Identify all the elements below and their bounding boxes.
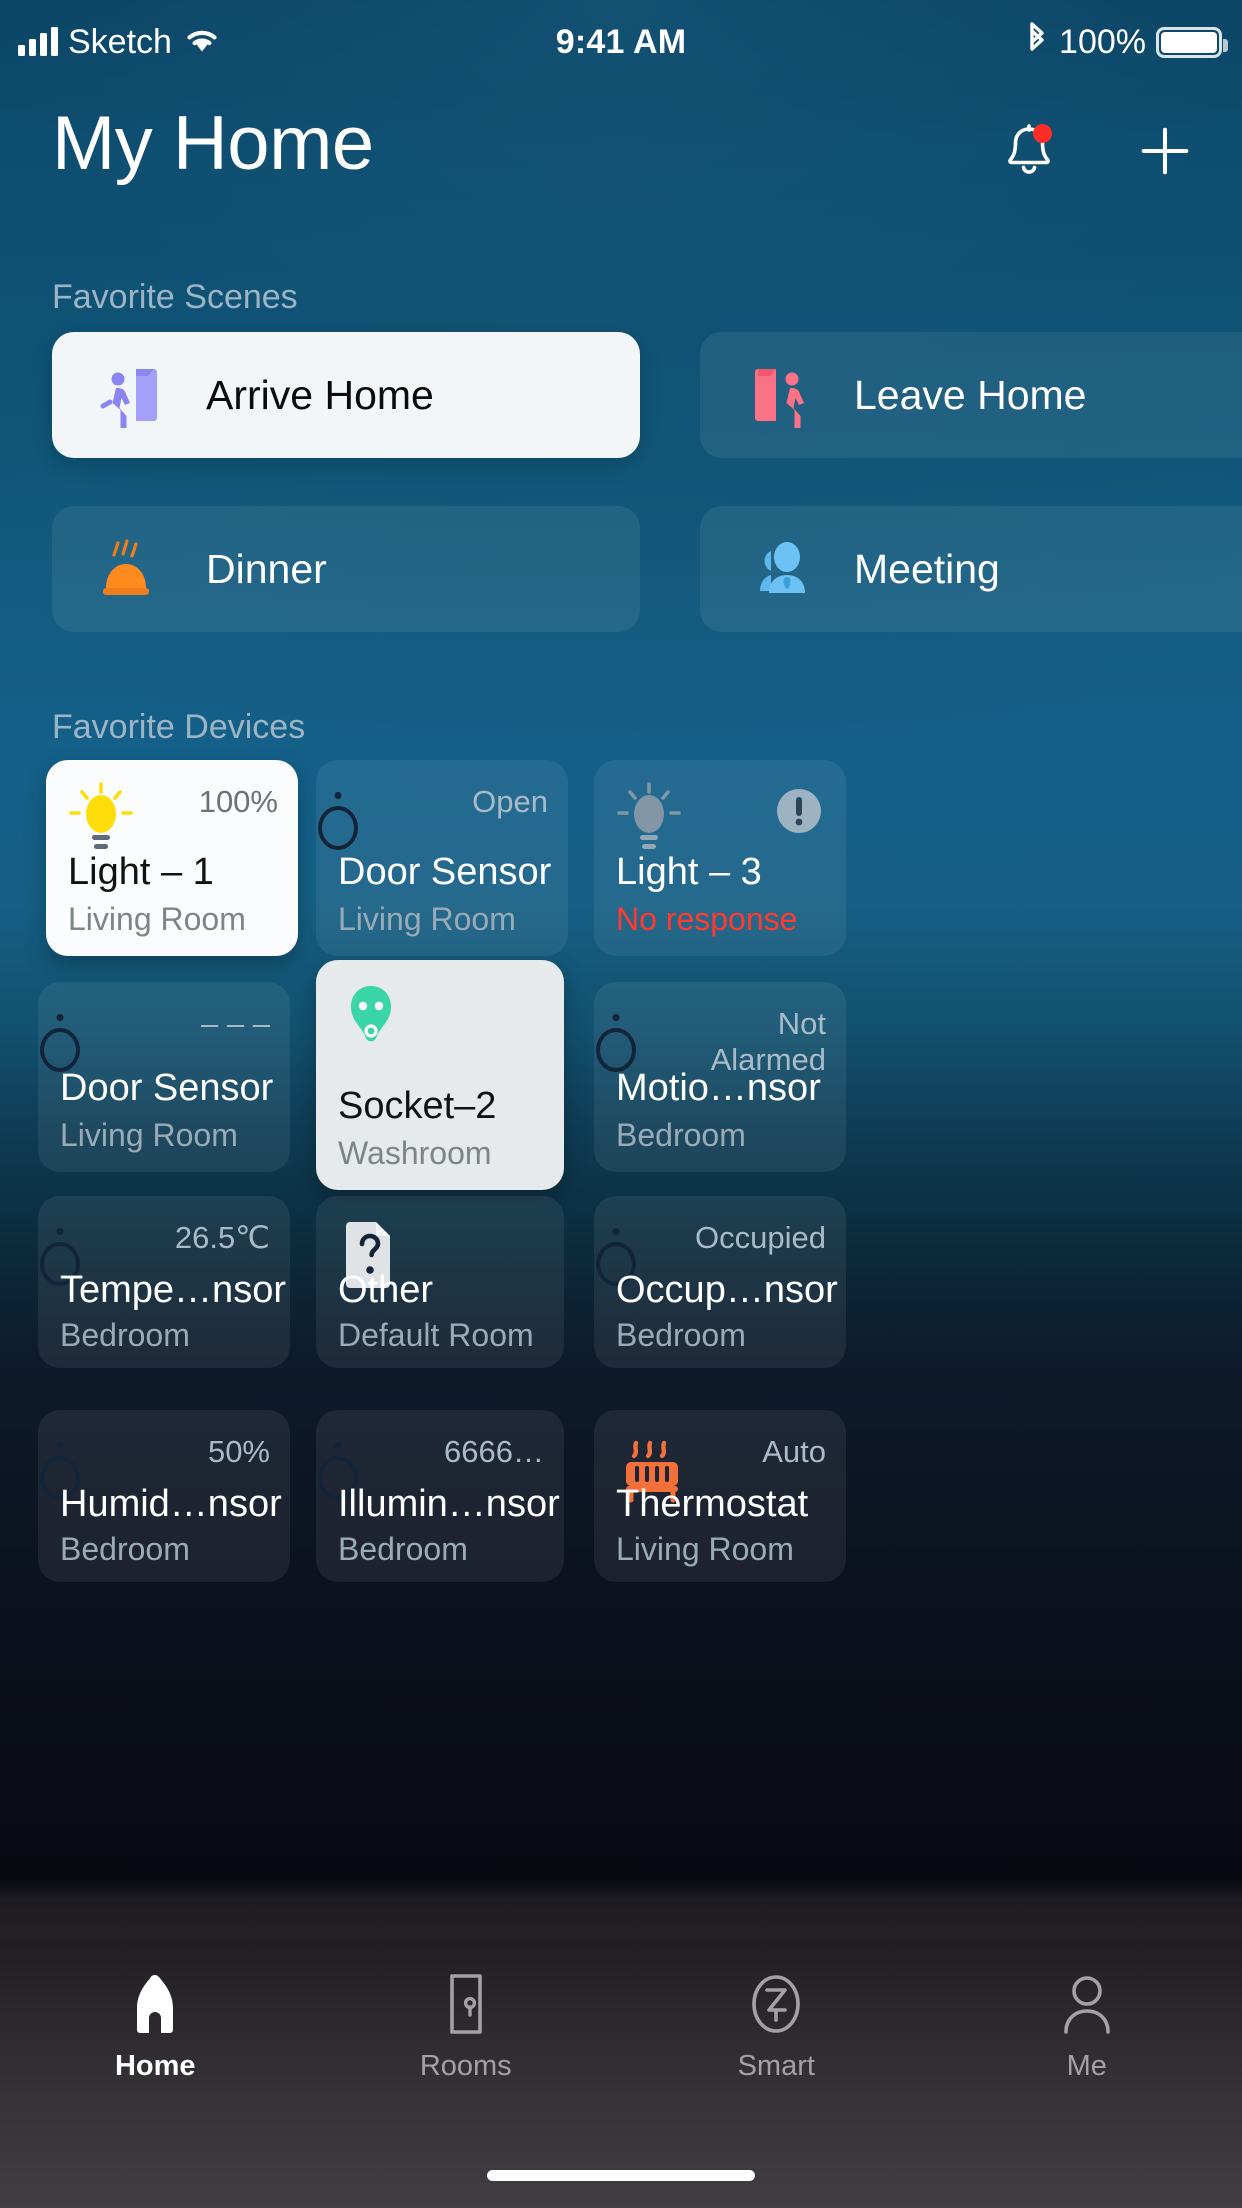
scene-label: Meeting (854, 545, 1000, 592)
scene-card-arrive-home[interactable]: Arrive Home (52, 332, 640, 458)
notification-button[interactable] (1000, 122, 1058, 180)
tab-label: Home (114, 2050, 196, 2082)
scene-label: Leave Home (854, 371, 1087, 418)
device-name: Illumin…nsor (338, 1483, 560, 1525)
page-header: My Home (0, 101, 1242, 200)
lightbulb-off-icon (616, 782, 682, 849)
device-card-top: Open (338, 782, 548, 854)
page-title: My Home (52, 101, 374, 186)
device-card-temperature-sensor[interactable]: 26.5℃ Tempe…nsor Bedroom (38, 1196, 290, 1368)
device-name: Other (338, 1269, 434, 1311)
status-bar-right: 100% (1025, 21, 1228, 64)
device-name: Tempe…nsor (60, 1269, 286, 1311)
device-card-humidity-sensor[interactable]: 50% Humid…nsor Bedroom (38, 1410, 290, 1582)
sensor-icon (616, 1004, 682, 1070)
scene-label: Arrive Home (206, 371, 434, 418)
scene-card-leave-home[interactable]: Leave Home (700, 332, 1242, 458)
warning-icon (774, 786, 824, 841)
device-state: – – – (201, 1006, 270, 1041)
device-room: Living Room (616, 1531, 794, 1567)
person-icon (1058, 1966, 1116, 2036)
device-card-socket-2[interactable]: Socket–2 Washroom (316, 960, 564, 1190)
device-card-top: – – – (60, 1004, 270, 1076)
device-room: Bedroom (338, 1531, 468, 1567)
battery-icon (1156, 26, 1228, 58)
device-name: Motio…nsor (616, 1067, 821, 1109)
device-state: Open (472, 784, 548, 819)
device-room: Bedroom (60, 1317, 190, 1353)
notification-badge (1033, 124, 1052, 143)
device-room: No response (616, 901, 798, 937)
device-room: Default Room (338, 1317, 534, 1353)
device-card-top: 100% (68, 782, 278, 854)
battery-percent: 100% (1059, 22, 1146, 61)
device-card-light-1[interactable]: 100% Light – 1 Living Room (46, 760, 298, 956)
people-icon (744, 533, 816, 605)
scene-label: Dinner (206, 545, 327, 592)
tab-home[interactable]: Home (0, 1966, 311, 2083)
device-room: Washroom (338, 1135, 492, 1171)
app-root: Sketch 9:41 AM 100% My Home Favorite Sce… (0, 0, 1242, 2208)
device-card-other[interactable]: Other Default Room (316, 1196, 564, 1368)
device-state: Occupied (695, 1220, 826, 1255)
tab-list: Home Rooms Smart Me (0, 1966, 1242, 2083)
tab-bar: Home Rooms Smart Me (0, 1940, 1242, 2208)
device-name: Light – 3 (616, 851, 762, 893)
tab-label: Me (1066, 2050, 1107, 2082)
home-icon (125, 1966, 185, 2036)
lightbulb-on-icon (68, 782, 134, 849)
devices-section-label: Favorite Devices (52, 708, 306, 746)
device-card-top: Not Alarmed (616, 1004, 826, 1077)
device-name: Door Sensor (338, 851, 552, 893)
device-name: Socket–2 (338, 1085, 497, 1127)
tab-label: Smart (737, 2050, 815, 2082)
bluetooth-icon (1025, 21, 1049, 64)
device-name: Light – 1 (68, 851, 214, 893)
device-card-top (616, 782, 826, 854)
status-bar: Sketch 9:41 AM 100% (0, 0, 1242, 84)
device-room: Bedroom (616, 1317, 746, 1353)
device-card-thermostat[interactable]: Auto Thermostat Living Room (594, 1410, 846, 1582)
device-state: 100% (198, 784, 278, 819)
scenes-section-label: Favorite Scenes (52, 278, 298, 316)
automation-icon (745, 1966, 807, 2036)
scene-card-meeting[interactable]: Meeting (700, 506, 1242, 632)
scene-card-dinner[interactable]: Dinner (52, 506, 640, 632)
door-exit-icon (744, 359, 816, 431)
device-room: Living Room (68, 901, 246, 937)
device-state: Auto (762, 1434, 826, 1469)
device-card-occupancy-sensor[interactable]: Occupied Occup…nsor Bedroom (594, 1196, 846, 1368)
device-state: 26.5℃ (174, 1220, 270, 1255)
door-icon (439, 1966, 493, 2036)
device-card-motion-sensor[interactable]: Not Alarmed Motio…nsor Bedroom (594, 982, 846, 1172)
device-room: Bedroom (60, 1531, 190, 1567)
device-card-door-sensor-1[interactable]: Open Door Sensor Living Room (316, 760, 568, 956)
socket-icon (338, 982, 404, 1048)
device-state: 6666… (444, 1434, 544, 1469)
device-room: Bedroom (616, 1117, 746, 1153)
device-name: Thermostat (616, 1483, 809, 1525)
tab-rooms[interactable]: Rooms (311, 1966, 622, 2083)
device-card-illuminance-sensor[interactable]: 6666… Illumin…nsor Bedroom (316, 1410, 564, 1582)
device-card-light-3[interactable]: Light – 3 No response (594, 760, 846, 956)
tab-label: Rooms (419, 2050, 512, 2082)
device-name: Occup…nsor (616, 1269, 838, 1311)
sensor-icon (338, 782, 404, 848)
home-indicator[interactable] (487, 2170, 755, 2181)
door-enter-icon (96, 359, 168, 431)
device-state: 50% (207, 1434, 270, 1469)
device-card-door-sensor-2[interactable]: – – – Door Sensor Living Room (38, 982, 290, 1172)
tab-smart[interactable]: Smart (621, 1966, 932, 2083)
device-room: Living Room (338, 901, 516, 937)
device-room: Living Room (60, 1117, 238, 1153)
device-name: Door Sensor (60, 1067, 274, 1109)
tab-me[interactable]: Me (932, 1966, 1242, 2083)
add-button[interactable] (1136, 122, 1194, 180)
device-name: Humid…nsor (60, 1483, 282, 1525)
sensor-icon (60, 1004, 126, 1070)
device-card-top (338, 982, 544, 1054)
food-cloche-icon (96, 533, 168, 605)
header-actions (1000, 122, 1194, 180)
